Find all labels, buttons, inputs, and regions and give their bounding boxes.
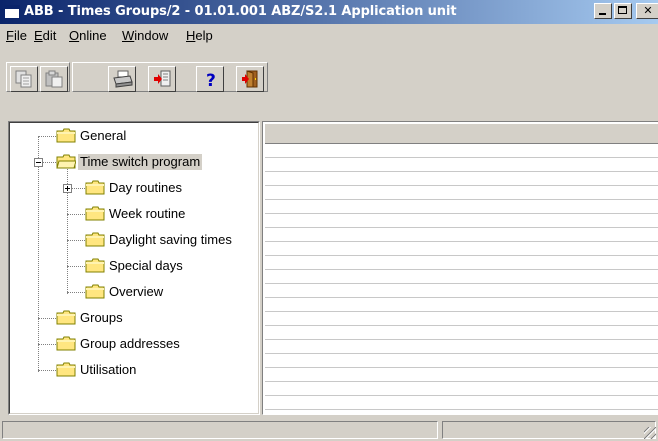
menu-online-mnemonic: O — [69, 28, 80, 43]
status-field-main — [2, 421, 438, 439]
list-row[interactable] — [265, 172, 658, 186]
tree-connector — [67, 266, 85, 267]
menu-edit-mnemonic: E — [34, 28, 43, 43]
status-field-secondary — [442, 421, 656, 439]
maximize-icon — [618, 6, 627, 14]
list-row[interactable] — [265, 354, 658, 368]
tree-item-label: Groups — [80, 310, 123, 325]
list-row[interactable] — [265, 340, 658, 354]
folder-icon — [56, 128, 76, 143]
menu-window-mnemonic: W — [122, 28, 135, 43]
minimize-icon — [599, 13, 606, 15]
print-icon — [113, 70, 133, 88]
tree-item-label: Special days — [109, 258, 183, 273]
menu-file-mnemonic: F — [6, 28, 14, 43]
tree-item-label: Group addresses — [80, 336, 180, 351]
detail-list-pane[interactable] — [262, 121, 658, 415]
list-row[interactable] — [265, 242, 658, 256]
minimize-button[interactable] — [594, 3, 612, 19]
close-icon: ✕ — [643, 4, 653, 17]
list-row[interactable] — [265, 228, 658, 242]
window-title: ABB - Times Groups/2 - 01.01.001 ABZ/S2.… — [24, 4, 457, 19]
menu-edit-label: dit — [42, 28, 57, 43]
svg-text:?: ? — [206, 71, 216, 88]
copy-button[interactable] — [10, 66, 38, 92]
help-button[interactable]: ? — [196, 66, 224, 92]
import-icon — [154, 70, 171, 87]
list-row[interactable] — [265, 214, 658, 228]
expand-toggle[interactable] — [63, 184, 72, 193]
app-icon[interactable] — [4, 5, 20, 19]
menu-online[interactable]: Online — [69, 28, 107, 43]
application-window: ABB - Times Groups/2 - 01.01.001 ABZ/S2.… — [0, 0, 658, 441]
status-bar — [0, 419, 658, 441]
list-row[interactable] — [265, 368, 658, 382]
tree-item-label: Day routines — [109, 180, 182, 195]
tree-item-label: General — [80, 128, 127, 143]
list-row[interactable] — [265, 284, 658, 298]
open-folder-icon — [56, 154, 76, 169]
tree-connector — [38, 136, 56, 137]
folder-icon — [56, 362, 76, 377]
tree-connector — [38, 318, 56, 319]
folder-icon — [56, 336, 76, 351]
list-row[interactable] — [265, 200, 658, 214]
title-bar[interactable]: ABB - Times Groups/2 - 01.01.001 ABZ/S2.… — [0, 0, 658, 24]
paste-icon — [45, 70, 63, 88]
close-button[interactable]: ✕ — [636, 3, 658, 19]
menu-help-mnemonic: H — [186, 28, 196, 43]
list-header[interactable] — [265, 124, 658, 144]
menu-online-label: nline — [79, 28, 107, 43]
folder-icon — [85, 180, 105, 195]
folder-icon — [85, 232, 105, 247]
exit-button[interactable] — [236, 66, 264, 92]
collapse-toggle[interactable] — [34, 158, 43, 167]
tree-item-label: Daylight saving times — [109, 232, 232, 247]
tree-connector — [67, 240, 85, 241]
paste-button[interactable] — [40, 66, 68, 92]
menu-file[interactable]: File — [6, 28, 27, 43]
list-rows — [265, 144, 658, 412]
folder-icon — [56, 310, 76, 325]
tree-item-label: Utilisation — [80, 362, 137, 377]
list-row[interactable] — [265, 396, 658, 410]
tree-pane[interactable]: General Time switch program Day routines… — [8, 121, 260, 415]
folder-icon — [85, 284, 105, 299]
print-button[interactable] — [108, 66, 136, 92]
exit-icon — [242, 70, 258, 88]
copy-icon — [15, 70, 32, 88]
maximize-button[interactable] — [614, 3, 632, 19]
list-row[interactable] — [265, 298, 658, 312]
menu-help-label: elp — [195, 28, 213, 43]
toolbar: ? — [0, 48, 658, 110]
list-row[interactable] — [265, 144, 658, 158]
help-icon: ? — [206, 71, 216, 88]
menu-edit[interactable]: Edit — [34, 28, 56, 43]
tree-item-label: Overview — [109, 284, 164, 299]
list-row[interactable] — [265, 186, 658, 200]
list-row[interactable] — [265, 256, 658, 270]
tree-root-connector — [38, 136, 39, 372]
tree-connector — [67, 214, 85, 215]
tree-connector — [38, 344, 56, 345]
menu-window[interactable]: Window — [122, 28, 168, 43]
folder-icon — [85, 258, 105, 273]
list-row[interactable] — [265, 270, 658, 284]
tree-item-label: Week routine — [109, 206, 186, 221]
menu-help[interactable]: Help — [186, 28, 213, 43]
folder-icon — [85, 206, 105, 221]
menu-file-label: ile — [13, 28, 27, 43]
list-row[interactable] — [265, 312, 658, 326]
resize-grip[interactable] — [644, 427, 656, 439]
tree-connector — [67, 292, 85, 293]
menu-window-label: indow — [134, 28, 169, 43]
import-button[interactable] — [148, 66, 176, 92]
tree-connector — [38, 370, 56, 371]
menu-bar: File Edit Online Window Help — [0, 24, 658, 45]
tree-item-label: Time switch program — [78, 154, 203, 170]
list-row[interactable] — [265, 382, 658, 396]
list-row[interactable] — [265, 158, 658, 172]
list-row[interactable] — [265, 326, 658, 340]
